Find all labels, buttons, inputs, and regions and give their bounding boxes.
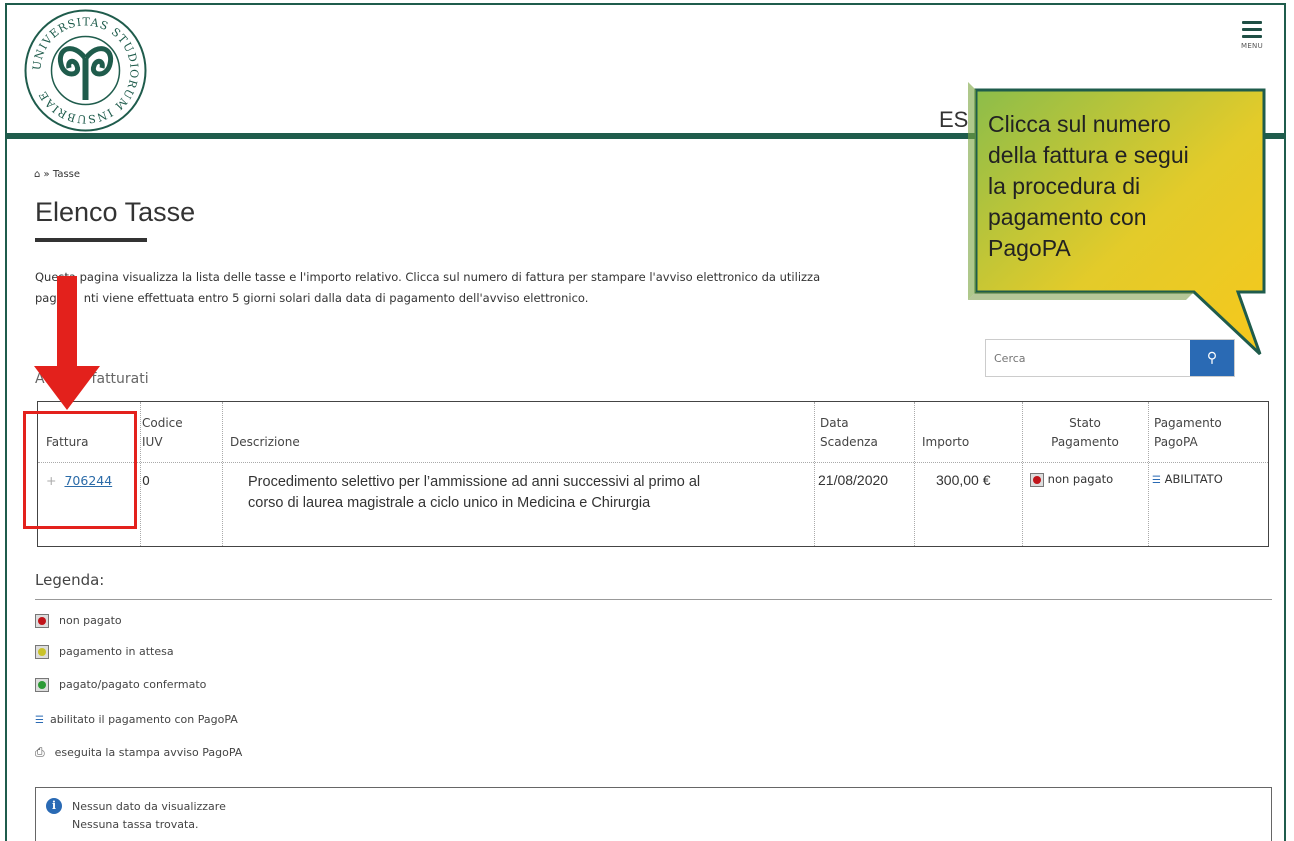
green-status-icon (35, 678, 49, 692)
pagopa-icon: ☰ (35, 715, 44, 726)
legend-item: non pagato (35, 614, 122, 628)
page-title: Elenco Tasse (35, 197, 196, 227)
legend-title: Legenda: (35, 571, 105, 589)
info-line-1: Nessun dato da visualizzare (72, 800, 226, 813)
payment-status-cell: non pagato (1030, 472, 1113, 487)
amount-cell: 300,00 € (936, 472, 991, 488)
menu-label: MENU (1240, 42, 1264, 50)
legend-item: ☰ abilitato il pagamento con PagoPA (35, 713, 238, 726)
description-cell: Procedimento selettivo per l’ammissione … (248, 474, 701, 511)
red-status-icon (35, 614, 49, 628)
university-logo[interactable]: UNIVERSITAS STUDIORUM INSUBRIAE (23, 8, 148, 133)
header-pagamento-pagopa[interactable]: Pagamento PagoPA (1154, 414, 1222, 452)
pagopa-cell: ☰ ABILITATO (1152, 472, 1223, 486)
info-message-box: i Nessun dato da visualizzare Nessuna ta… (35, 787, 1272, 841)
home-icon[interactable]: ⌂ (34, 169, 40, 180)
hamburger-icon (1242, 21, 1262, 24)
breadcrumb: ⌂ » Tasse (34, 169, 80, 180)
legend-item: pagato/pagato confermato (35, 678, 206, 692)
pagopa-icon: ☰ (1152, 475, 1161, 486)
intro-text: Questa pagina visualizza la lista delle … (35, 267, 1035, 309)
red-status-icon (1030, 472, 1044, 487)
header-stato-pagamento[interactable]: Stato Pagamento (1030, 414, 1140, 452)
breadcrumb-current: Tasse (52, 169, 81, 180)
callout-text: Clicca sul numero della fattura e segui … (988, 111, 1189, 261)
down-arrow-icon (34, 276, 100, 410)
legend-item: ⎙ eseguita la stampa avviso PagoPA (35, 745, 243, 759)
due-date-cell: 21/08/2020 (818, 472, 889, 488)
intro-line-1: Questa pagina visualizza la lista delle … (35, 270, 821, 284)
header-descrizione[interactable]: Descrizione (230, 433, 300, 452)
highlight-box (23, 411, 137, 529)
header-importo[interactable]: Importo (922, 433, 969, 452)
header-codice-iuv[interactable]: Codice IUV (142, 414, 183, 452)
legend-item: pagamento in attesa (35, 645, 174, 659)
info-icon: i (46, 798, 62, 814)
header-partial-text: ES (939, 107, 969, 132)
intro-line-2: paga nti viene effettuata entro 5 giorni … (35, 291, 589, 305)
printer-icon: ⎙ (35, 745, 45, 759)
menu-button[interactable]: MENU (1232, 21, 1272, 50)
info-line-2: Nessuna tassa trovata. (72, 818, 199, 831)
breadcrumb-separator: » (43, 169, 50, 180)
legend-divider (35, 599, 1272, 600)
title-underline (35, 238, 147, 242)
iuv-cell: 0 (142, 473, 150, 488)
yellow-status-icon (35, 645, 49, 659)
header-data-scadenza[interactable]: Data Scadenza (820, 414, 878, 452)
fees-table: Fattura Codice IUV Descrizione Data Scad… (37, 401, 1269, 547)
